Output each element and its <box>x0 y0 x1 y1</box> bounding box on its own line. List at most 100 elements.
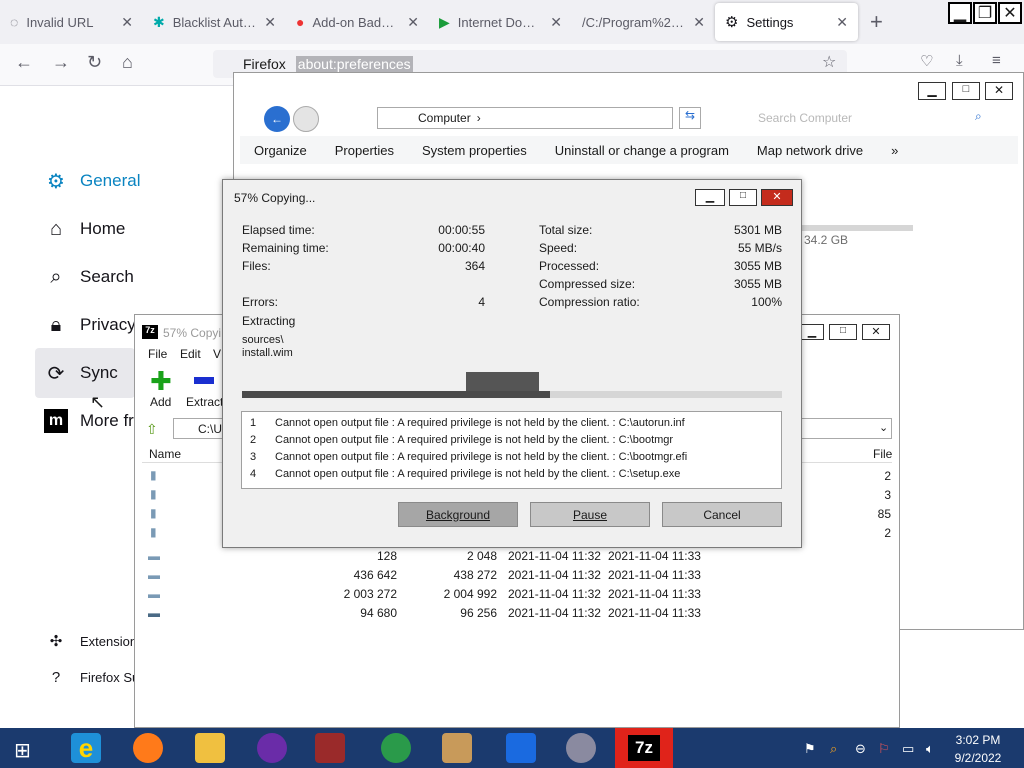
downloader-icon[interactable] <box>381 733 411 763</box>
add-icon[interactable]: ✚ <box>150 368 172 394</box>
forward-icon[interactable]: → <box>52 52 70 73</box>
sidebar-extensions[interactable]: ✣ Extension <box>44 629 137 653</box>
ie-icon[interactable]: e <box>71 733 101 763</box>
tool-icon[interactable] <box>566 733 596 763</box>
table-row[interactable]: ▬ 436 642 438 272 2021-11-04 11:32 2021-… <box>142 565 742 584</box>
bookmark-star-icon[interactable]: ☆ <box>822 52 836 72</box>
pocket-icon[interactable]: ♡ <box>920 52 933 70</box>
back-icon[interactable]: ← <box>15 52 33 73</box>
cancel-button[interactable]: Cancel <box>662 502 782 527</box>
zip-close-button[interactable]: ✕ <box>862 324 890 340</box>
close-tab-icon[interactable]: ✕ <box>550 14 562 31</box>
downloads-icon[interactable]: ⤓ <box>956 52 963 69</box>
tab-blacklist[interactable]: ✱ Blacklist AutoCl ✕ <box>143 3 286 41</box>
app-icon[interactable] <box>442 733 472 763</box>
sidebar-item-home[interactable]: ⌂ Home <box>44 217 125 241</box>
system-properties-button[interactable]: System properties <box>408 143 541 158</box>
sidebar-item-general[interactable]: ⚙ General <box>44 169 140 193</box>
row-packed: 2 004 992 <box>443 587 497 601</box>
pause-button[interactable]: Pause <box>530 502 650 527</box>
list-item[interactable]: 3 Cannot open output file : A required p… <box>242 448 781 465</box>
sidebar-item-sync[interactable]: ⟳ Sync <box>44 361 118 385</box>
minimize-button[interactable]: ▁ <box>948 2 972 24</box>
extract-button[interactable]: Extract <box>186 395 223 409</box>
explorer-close-button[interactable]: ✕ <box>985 82 1013 100</box>
close-tab-icon[interactable]: ✕ <box>407 14 419 31</box>
yahoo-icon[interactable] <box>257 733 287 763</box>
menu-edit[interactable]: Edit <box>180 347 201 361</box>
tab-internet-download[interactable]: ▶ Internet Downlo ✕ <box>429 3 572 41</box>
minus-tray-icon[interactable]: ⊖ <box>855 741 866 757</box>
clock-date[interactable]: 9/2/2022 <box>945 751 1011 765</box>
sidebar-item-label: Search <box>80 267 134 286</box>
new-tab-button[interactable]: + <box>870 9 883 35</box>
list-item[interactable]: 1 Cannot open output file : A required p… <box>242 414 781 431</box>
more-commands-button[interactable]: » <box>877 143 912 158</box>
sidebar-support[interactable]: ? Firefox Su <box>44 665 139 689</box>
list-item[interactable]: 4 Cannot open output file : A required p… <box>242 465 781 482</box>
close-tab-icon[interactable]: ✕ <box>121 14 133 31</box>
column-file[interactable]: File <box>873 447 892 461</box>
explorer-search-input[interactable]: Search Computer <box>748 107 998 129</box>
background-button[interactable]: Background <box>398 502 518 527</box>
table-row[interactable]: ▬ 128 2 048 2021-11-04 11:32 2021-11-04 … <box>142 546 742 565</box>
dialog-close-button[interactable]: ✕ <box>761 189 793 206</box>
dialog-maximize-button[interactable]: □ <box>729 189 757 206</box>
flag-tray-icon[interactable]: ⚐ <box>878 741 890 757</box>
tab-program-files[interactable]: /C:/Program%20File ✕ <box>572 3 715 41</box>
uninstall-button[interactable]: Uninstall or change a program <box>541 143 743 158</box>
add-button[interactable]: Add <box>150 395 171 409</box>
explorer-forward-icon[interactable] <box>293 106 319 132</box>
close-window-button[interactable]: ✕ <box>998 2 1022 24</box>
sidebar-item-privacy[interactable]: 🔒︎ Privacy <box>44 313 136 337</box>
tab-settings[interactable]: ⚙ Settings ✕ <box>715 3 858 41</box>
zip-minimize-button[interactable]: ▁ <box>800 324 824 340</box>
organize-button[interactable]: Organize <box>240 143 321 158</box>
menu-view[interactable]: V <box>213 347 221 361</box>
dialog-minimize-button[interactable]: ▁ <box>695 189 725 206</box>
start-button[interactable]: ⊞ <box>14 738 31 763</box>
row-size: 94 680 <box>360 606 397 620</box>
chevron-down-icon[interactable]: ⌄ <box>879 421 888 434</box>
properties-button[interactable]: Properties <box>321 143 408 158</box>
close-tab-icon[interactable]: ✕ <box>693 14 705 31</box>
zip-maximize-button[interactable]: □ <box>829 324 857 340</box>
explorer-maximize-button[interactable]: □ <box>952 82 980 100</box>
table-row[interactable]: ▬ 94 680 96 256 2021-11-04 11:32 2021-11… <box>142 603 742 622</box>
network-tray-icon[interactable]: ⚑ <box>804 741 816 757</box>
home-icon[interactable]: ⌂ <box>122 52 133 73</box>
explorer-back-icon[interactable]: ← <box>264 106 290 132</box>
winrar-icon[interactable] <box>315 733 345 763</box>
sidebar-item-more[interactable]: m More fr <box>44 409 134 433</box>
explorer-minimize-button[interactable]: ▁ <box>918 82 946 100</box>
monitor-tray-icon[interactable]: ▭ <box>902 741 914 757</box>
list-item[interactable]: 2 Cannot open output file : A required p… <box>242 431 781 448</box>
table-row[interactable]: ▬ 2 003 272 2 004 992 2021-11-04 11:32 2… <box>142 584 742 603</box>
phone-icon[interactable] <box>506 733 536 763</box>
explorer-address-bar[interactable]: Computer › <box>377 107 673 129</box>
refresh-icon[interactable]: ⇆ <box>679 107 701 129</box>
reload-icon[interactable]: ↻ <box>87 52 102 73</box>
close-tab-icon[interactable]: ✕ <box>836 14 848 31</box>
tab-addon-badges[interactable]: ● Add-on Badges ✕ <box>286 3 429 41</box>
restore-button[interactable]: ❐ <box>973 2 997 24</box>
close-tab-icon[interactable]: ✕ <box>264 14 276 31</box>
search-tray-icon[interactable]: ⌕ <box>830 741 837 757</box>
menu-file[interactable]: File <box>148 347 167 361</box>
url-text[interactable]: about:preferences <box>295 56 413 72</box>
firefox-icon[interactable] <box>133 733 163 763</box>
sidebar-item-search[interactable]: ⌕ Search <box>44 265 134 289</box>
extract-icon[interactable] <box>194 377 214 384</box>
menu-icon[interactable]: ≡ <box>992 52 1001 69</box>
tab-invalid-url[interactable]: ◌ Invalid URL ✕ <box>0 3 143 41</box>
explorer-icon[interactable] <box>195 733 225 763</box>
clock-time[interactable]: 3:02 PM <box>945 733 1011 747</box>
folder-up-icon[interactable]: ⇧ <box>146 421 158 438</box>
7zip-taskbar-icon[interactable]: 7z <box>628 735 660 761</box>
remaining-label: Remaining time: <box>242 241 329 255</box>
volume-tray-icon[interactable]: 🔈︎ <box>926 741 934 757</box>
search-icon[interactable]: ⌕ <box>975 109 982 124</box>
column-name[interactable]: Name <box>149 447 181 461</box>
error-list[interactable]: 1 Cannot open output file : A required p… <box>241 411 782 489</box>
map-network-drive-button[interactable]: Map network drive <box>743 143 877 158</box>
